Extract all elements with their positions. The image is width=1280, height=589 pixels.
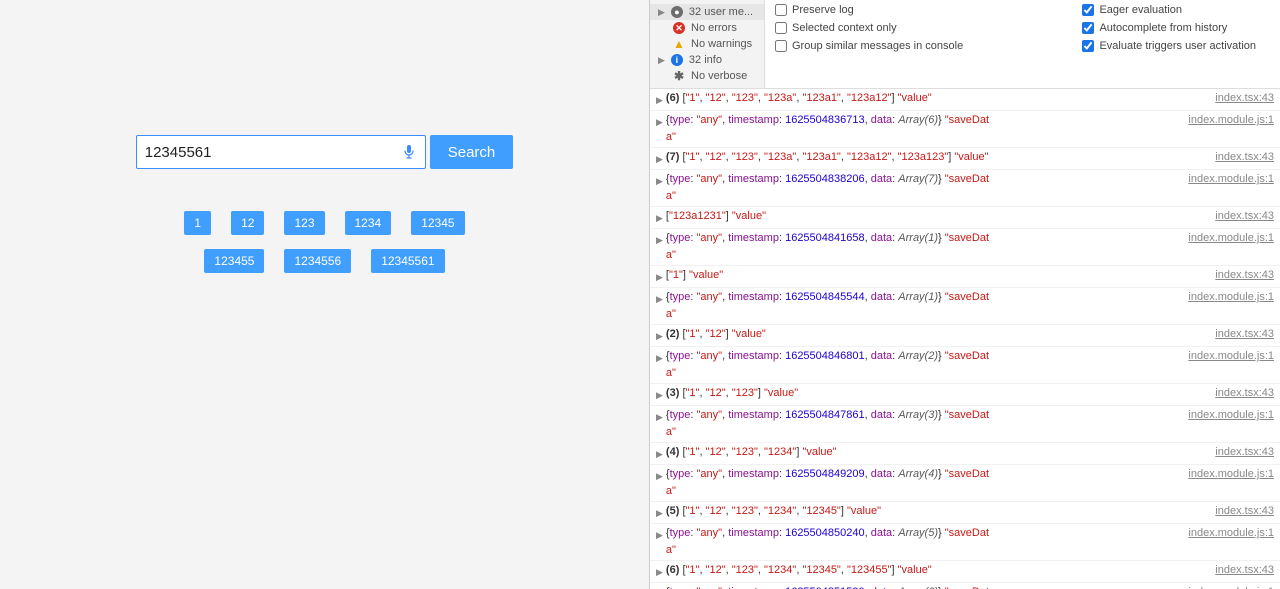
source-link[interactable]: index.tsx:43 — [1215, 326, 1274, 343]
console-row[interactable]: ▶{type: "any", timestamp: 1625504836713,… — [650, 111, 1280, 148]
source-link[interactable]: index.tsx:43 — [1215, 208, 1274, 225]
console-row[interactable]: ▶(6) ["1", "12", "123", "123a", "123a1",… — [650, 89, 1280, 111]
console-row[interactable]: ▶(2) ["1", "12"] "value"index.tsx:43 — [650, 325, 1280, 347]
console-row[interactable]: ▶{type: "any", timestamp: 1625504851590,… — [650, 583, 1280, 589]
console-log[interactable]: ▶(6) ["1", "12", "123", "123a", "123a1",… — [650, 89, 1280, 589]
filter-label: No verbose — [691, 70, 747, 82]
filter-sidebar: ▶●32 user me... ✕No errors ▲No warnings … — [650, 0, 765, 88]
filter-warnings[interactable]: ▲ No warnings — [650, 36, 764, 52]
filter-user-messages[interactable]: ▶ ● 32 user me... — [650, 4, 764, 20]
tag-item[interactable]: 12345 — [411, 211, 464, 235]
user-icon: ● — [671, 6, 683, 18]
console-row[interactable]: ▶(4) ["1", "12", "123", "1234"] "value"i… — [650, 443, 1280, 465]
setting-checkbox[interactable]: Preserve log — [775, 4, 963, 16]
app-pane: Search 1 12 123 1234 12345 123455 1234556 12345… — [0, 0, 650, 589]
source-link[interactable]: index.module.js:1 — [1188, 466, 1274, 483]
tag-item[interactable]: 1234556 — [284, 249, 351, 273]
setting-checkbox[interactable]: Group similar messages in console — [775, 40, 963, 52]
checkbox-input[interactable] — [1082, 4, 1094, 16]
checkbox-label: Selected context only — [792, 22, 897, 34]
console-row[interactable]: ▶(5) ["1", "12", "123", "1234", "12345"]… — [650, 502, 1280, 524]
filter-verbose[interactable]: ✱ No verbose — [650, 68, 764, 84]
info-icon: i — [671, 54, 683, 66]
source-link[interactable]: index.tsx:43 — [1215, 90, 1274, 107]
console-row[interactable]: ▶["1"] "value"index.tsx:43 — [650, 266, 1280, 288]
checkbox-input[interactable] — [775, 40, 787, 52]
checkbox-label: Autocomplete from history — [1099, 22, 1227, 34]
console-row[interactable]: ▶{type: "any", timestamp: 1625504845544,… — [650, 288, 1280, 325]
source-link[interactable]: index.module.js:1 — [1188, 112, 1274, 129]
devtools-pane: ▶●32 user me... ✕No errors ▲No warnings … — [650, 0, 1280, 589]
source-link[interactable]: index.module.js:1 — [1188, 584, 1274, 589]
source-link[interactable]: index.module.js:1 — [1188, 171, 1274, 188]
console-row[interactable]: ▶{type: "any", timestamp: 1625504847861,… — [650, 406, 1280, 443]
console-row[interactable]: ▶(6) ["1", "12", "123", "1234", "12345",… — [650, 561, 1280, 583]
source-link[interactable]: index.module.js:1 — [1188, 407, 1274, 424]
search-button[interactable]: Search — [430, 135, 514, 169]
chevron-right-icon: ▶ — [658, 55, 665, 66]
console-row[interactable]: ▶{type: "any", timestamp: 1625504849209,… — [650, 465, 1280, 502]
devtools-header: ▶●32 user me... ✕No errors ▲No warnings … — [650, 0, 1280, 89]
checkbox-input[interactable] — [1082, 40, 1094, 52]
warning-icon: ▲ — [673, 38, 685, 50]
search-input[interactable] — [145, 144, 401, 161]
tag-list: 1 12 123 1234 12345 123455 1234556 12345561 — [145, 211, 505, 273]
checkbox-label: Group similar messages in console — [792, 40, 963, 52]
verbose-icon: ✱ — [673, 70, 685, 82]
console-row[interactable]: ▶{type: "any", timestamp: 1625504841658,… — [650, 229, 1280, 266]
console-settings: Preserve log Selected context only Group s… — [765, 0, 1280, 88]
mic-icon[interactable] — [401, 143, 417, 161]
setting-checkbox[interactable]: Eager evaluation — [1082, 4, 1256, 16]
tag-item[interactable]: 1 — [184, 211, 211, 235]
checkbox-input[interactable] — [775, 22, 787, 34]
checkbox-input[interactable] — [775, 4, 787, 16]
tag-item[interactable]: 123 — [284, 211, 324, 235]
filter-label: 32 info — [689, 54, 722, 66]
filter-info[interactable]: ▶ i 32 info — [650, 52, 764, 68]
source-link[interactable]: index.module.js:1 — [1188, 348, 1274, 365]
checkbox-label: Eager evaluation — [1099, 4, 1182, 16]
console-row[interactable]: ▶(3) ["1", "12", "123"] "value"index.tsx… — [650, 384, 1280, 406]
filter-label: No warnings — [691, 38, 752, 50]
tag-item[interactable]: 12 — [231, 211, 264, 235]
settings-right: Eager evaluation Autocomplete from histor… — [1072, 0, 1280, 88]
setting-checkbox[interactable]: Autocomplete from history — [1082, 22, 1256, 34]
console-row[interactable]: ▶(7) ["1", "12", "123", "123a", "123a1",… — [650, 148, 1280, 170]
setting-checkbox[interactable]: Selected context only — [775, 22, 963, 34]
settings-left: Preserve log Selected context only Group s… — [765, 0, 973, 88]
filter-label: No errors — [691, 22, 737, 34]
source-link[interactable]: index.tsx:43 — [1215, 149, 1274, 166]
setting-checkbox[interactable]: Evaluate triggers user activation — [1082, 40, 1256, 52]
console-row[interactable]: ▶["123a1231"] "value"index.tsx:43 — [650, 207, 1280, 229]
error-icon: ✕ — [673, 22, 685, 34]
chevron-right-icon: ▶ — [658, 7, 665, 18]
checkbox-input[interactable] — [1082, 22, 1094, 34]
checkbox-label: Evaluate triggers user activation — [1099, 40, 1256, 52]
source-link[interactable]: index.module.js:1 — [1188, 289, 1274, 306]
filter-label: 32 user me... — [689, 6, 753, 18]
source-link[interactable]: index.tsx:43 — [1215, 503, 1274, 520]
source-link[interactable]: index.tsx:43 — [1215, 385, 1274, 402]
tag-item[interactable]: 12345561 — [371, 249, 444, 273]
source-link[interactable]: index.tsx:43 — [1215, 267, 1274, 284]
filter-errors[interactable]: ✕ No errors — [650, 20, 764, 36]
tag-item[interactable]: 1234 — [345, 211, 392, 235]
source-link[interactable]: index.module.js:1 — [1188, 525, 1274, 542]
search-box — [136, 135, 426, 169]
source-link[interactable]: index.tsx:43 — [1215, 444, 1274, 461]
checkbox-label: Preserve log — [792, 4, 854, 16]
console-row[interactable]: ▶{type: "any", timestamp: 1625504850240,… — [650, 524, 1280, 561]
source-link[interactable]: index.tsx:43 — [1215, 562, 1274, 579]
console-row[interactable]: ▶{type: "any", timestamp: 1625504838206,… — [650, 170, 1280, 207]
search-bar: Search — [136, 135, 514, 169]
console-row[interactable]: ▶{type: "any", timestamp: 1625504846801,… — [650, 347, 1280, 384]
tag-item[interactable]: 123455 — [204, 249, 264, 273]
source-link[interactable]: index.module.js:1 — [1188, 230, 1274, 247]
